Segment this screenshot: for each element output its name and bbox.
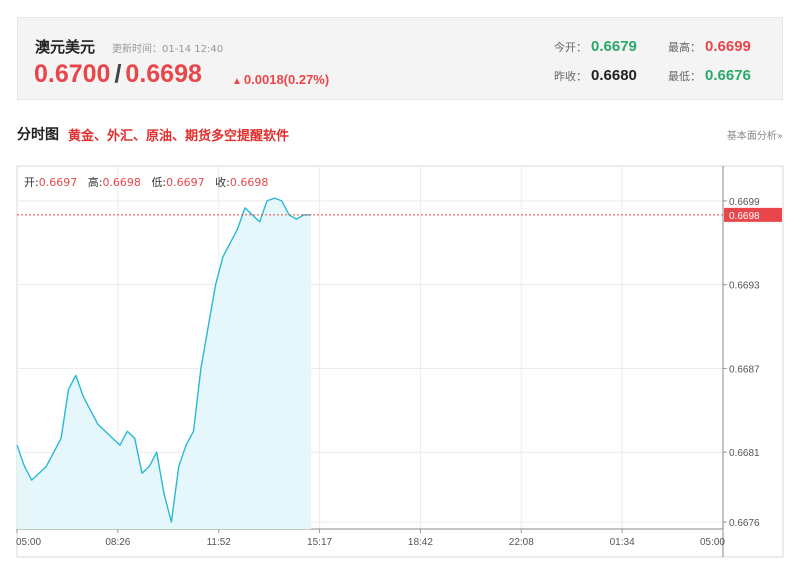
ohlc-close-value: 0.6698 bbox=[229, 176, 269, 189]
ohlc-high-label: 高: bbox=[87, 176, 103, 189]
bid-price: 0.6700 bbox=[34, 60, 111, 88]
ohlc-open-value: 0.6697 bbox=[38, 176, 78, 189]
x-tick-label: 05:00 bbox=[700, 537, 725, 548]
instrument-name: 澳元美元 bbox=[35, 38, 96, 56]
ohlc-open-label: 开: bbox=[24, 176, 39, 189]
fundamental-analysis-link[interactable]: 基本面分析» bbox=[727, 127, 783, 142]
prev-close-stat: 昨收： 0.6680 bbox=[554, 67, 637, 84]
intraday-chart[interactable]: 0.6676 0.6681 0.6687 0.6693 0.6699 05:00 08:26… bbox=[0, 152, 800, 581]
change-value: 0.0018(0.27%) bbox=[243, 72, 330, 87]
y-tick-label: 0.6687 bbox=[729, 364, 760, 375]
low-value: 0.6676 bbox=[705, 67, 751, 84]
low-stat: 最低： 0.6676 bbox=[668, 67, 751, 84]
price-display: 0.6700/0.6698 bbox=[34, 60, 202, 89]
ohlc-high-value: 0.6698 bbox=[102, 176, 141, 189]
prev-close-label: 昨收： bbox=[554, 70, 587, 83]
open-label: 今开： bbox=[554, 41, 587, 54]
price-area-fill bbox=[17, 198, 312, 529]
update-time: 更新时间：01-14 12:40 bbox=[112, 44, 224, 55]
high-label: 最高： bbox=[668, 41, 701, 54]
price-change: ▲ 0.0018(0.27%) bbox=[232, 72, 329, 87]
section-title: 分时图 bbox=[17, 127, 59, 143]
promo-link[interactable]: 黄金、外汇、原油、期货多空提醒软件 bbox=[68, 125, 289, 144]
y-tick-label: 0.6681 bbox=[729, 448, 760, 459]
low-label: 最低： bbox=[668, 70, 701, 83]
y-tick-label: 0.6676 bbox=[729, 518, 760, 529]
y-tick-label: 0.6699 bbox=[729, 197, 760, 208]
price-separator: / bbox=[114, 60, 122, 88]
y-tick-label: 0.6693 bbox=[729, 281, 760, 292]
x-tick-label: 11:52 bbox=[207, 537, 232, 548]
ohlc-low-value: 0.6697 bbox=[166, 176, 205, 189]
ohlc-close-label: 收: bbox=[215, 176, 230, 189]
x-tick-label: 08:26 bbox=[105, 537, 130, 548]
x-tick-label: 15:17 bbox=[307, 537, 332, 548]
quote-panel: 澳元美元 更新时间：01-14 12:40 0.6700/0.6698 ▲ 0.0… bbox=[17, 17, 783, 100]
open-value: 0.6679 bbox=[591, 38, 637, 55]
ask-price: 0.6698 bbox=[125, 60, 202, 88]
high-stat: 最高： 0.6699 bbox=[668, 38, 751, 55]
ohlc-low-label: 低: bbox=[151, 176, 167, 189]
open-stat: 今开： 0.6679 bbox=[554, 38, 637, 55]
x-tick-label: 18:42 bbox=[408, 537, 433, 548]
x-tick-label: 01:34 bbox=[610, 537, 635, 548]
current-price-label: 0.6698 bbox=[729, 211, 760, 222]
ohlc-readout: 开:0.6697 高:0.6698 低:0.6697 收:0.6698 bbox=[24, 174, 275, 190]
x-tick-label: 22:08 bbox=[509, 537, 534, 548]
x-tick-label: 05:00 bbox=[16, 537, 41, 548]
arrow-up-icon: ▲ bbox=[232, 76, 242, 87]
section-header: 分时图 黄金、外汇、原油、期货多空提醒软件 基本面分析» bbox=[17, 124, 783, 144]
high-value: 0.6699 bbox=[705, 38, 751, 55]
prev-close-value: 0.6680 bbox=[591, 67, 637, 84]
intraday-chart-svg[interactable]: 0.6676 0.6681 0.6687 0.6693 0.6699 05:00 08:26… bbox=[0, 152, 800, 581]
